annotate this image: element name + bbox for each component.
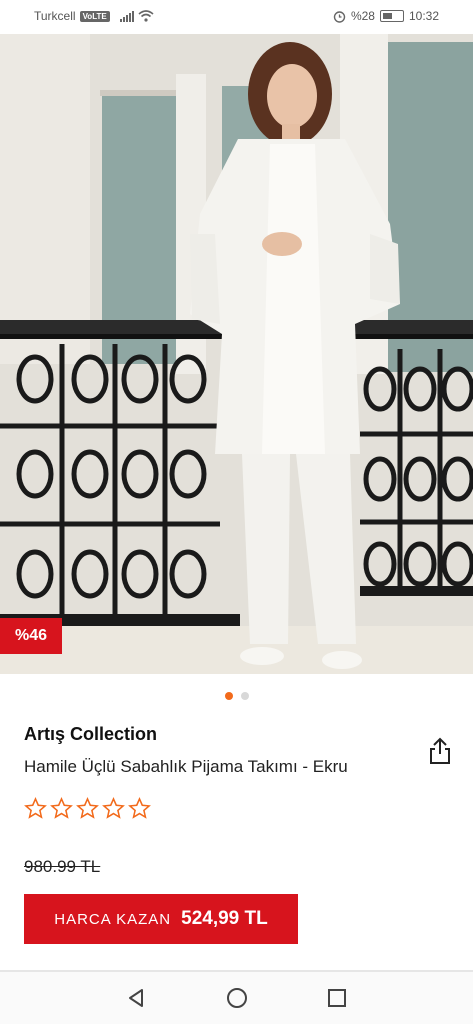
cta-price: 524,99 TL [181, 908, 268, 929]
rating-stars[interactable] [24, 797, 151, 820]
status-bar: Turkcell VoLTE %28 10:32 [0, 0, 473, 34]
star-icon [50, 797, 73, 819]
old-price: 980.99 TL [24, 857, 101, 876]
status-left: Turkcell VoLTE [34, 9, 154, 23]
home-icon[interactable] [225, 986, 249, 1010]
cta-label: HARCA KAZAN [54, 910, 172, 928]
pager-dot-1[interactable] [224, 692, 233, 700]
star-icon [128, 797, 151, 819]
product-image[interactable] [0, 34, 473, 674]
harca-kazan-button[interactable]: HARCA KAZAN 524,99 TL [24, 894, 298, 944]
volte-badge: VoLTE [79, 10, 110, 22]
share-icon [430, 737, 450, 764]
recents-icon[interactable] [325, 986, 349, 1010]
status-right: %28 10:32 [333, 9, 439, 23]
product-name: Hamile Üçlü Sabahlık Pijama Takımı - Ekr… [24, 757, 348, 776]
back-icon[interactable] [124, 986, 148, 1010]
system-nav-bar [0, 972, 473, 1024]
brand-name[interactable]: Artış Collection [24, 724, 157, 745]
product-photo [0, 34, 473, 674]
carrier-name: Turkcell [34, 9, 76, 23]
image-pager[interactable] [0, 692, 473, 700]
star-icon [24, 797, 47, 819]
signal-icon [119, 10, 134, 22]
clock: 10:32 [408, 9, 439, 23]
battery-percent: %28 [350, 9, 375, 23]
discount-badge: %46 [0, 618, 62, 654]
alarm-icon [333, 10, 346, 23]
star-icon [102, 797, 125, 819]
wifi-icon [138, 10, 154, 22]
star-icon [76, 797, 99, 819]
share-button[interactable] [428, 737, 452, 765]
pager-dot-2[interactable] [240, 692, 249, 700]
battery-icon [379, 10, 404, 22]
